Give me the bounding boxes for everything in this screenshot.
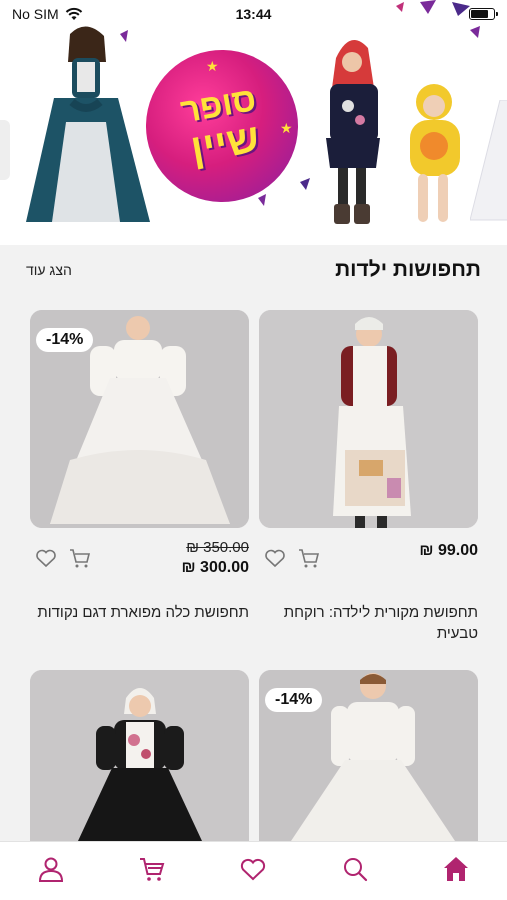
price-row: ₪ 350.00 ₪ 300.00	[30, 538, 249, 580]
wifi-icon	[65, 7, 82, 20]
price-row: ₪ 99.00	[259, 538, 478, 580]
nav-profile[interactable]	[31, 849, 71, 889]
star-icon: ★	[206, 58, 219, 74]
white-dress-edge-image	[470, 100, 507, 221]
heart-icon[interactable]	[263, 546, 287, 570]
cart-icon	[140, 858, 165, 881]
product-image[interactable]: -14%	[30, 310, 249, 528]
nav-cart[interactable]	[132, 849, 172, 889]
search-icon	[343, 858, 367, 882]
logo-line2: שיין	[187, 116, 263, 172]
girl-red-hood-image	[326, 40, 380, 224]
product-image[interactable]	[30, 670, 249, 841]
carrier-label: No SIM	[12, 6, 59, 22]
discount-badge: -14%	[36, 328, 94, 352]
product-title[interactable]: תחפושת כלה מפוארת דגם נקודות	[30, 602, 249, 623]
cart-icon[interactable]	[297, 546, 321, 570]
new-price: ₪ 300.00	[181, 559, 249, 576]
price: ₪ 99.00	[419, 542, 478, 559]
battery-icon	[469, 8, 498, 20]
status-bar: No SIM 13:44	[0, 0, 507, 28]
heart-icon[interactable]	[34, 546, 58, 570]
old-price: ₪ 350.00	[186, 539, 249, 556]
show-more-link[interactable]: הצג עוד	[26, 262, 72, 278]
user-icon	[38, 857, 63, 882]
home-icon	[444, 857, 469, 881]
status-left: No SIM	[12, 6, 83, 22]
product-image[interactable]	[259, 310, 478, 528]
discount-badge: -14%	[265, 688, 323, 712]
nav-home[interactable]	[436, 849, 476, 889]
banner-left-edge	[0, 120, 10, 180]
section-header: הצג עוד תחפושות ילדות	[0, 245, 507, 295]
girl-black-dress-image	[30, 670, 249, 841]
bottom-nav	[0, 841, 507, 900]
cart-icon[interactable]	[68, 546, 92, 570]
nav-favorites[interactable]	[233, 849, 273, 889]
star-icon: ★	[280, 120, 293, 136]
heart-icon	[241, 858, 266, 881]
product-image[interactable]: -14%	[259, 670, 478, 841]
nav-search[interactable]	[335, 849, 375, 889]
promo-banner[interactable]: No SIM 13:44 סופר שיין ★ ★	[0, 0, 507, 245]
product-title[interactable]: תחפושת מקורית לילדה: רוקחת טבעית	[259, 602, 478, 644]
section-title: תחפושות ילדות	[335, 258, 481, 281]
baby-duck-costume-image	[410, 84, 460, 222]
girl-apron-costume-image	[259, 310, 478, 528]
girl-blue-dress-image	[26, 26, 150, 222]
